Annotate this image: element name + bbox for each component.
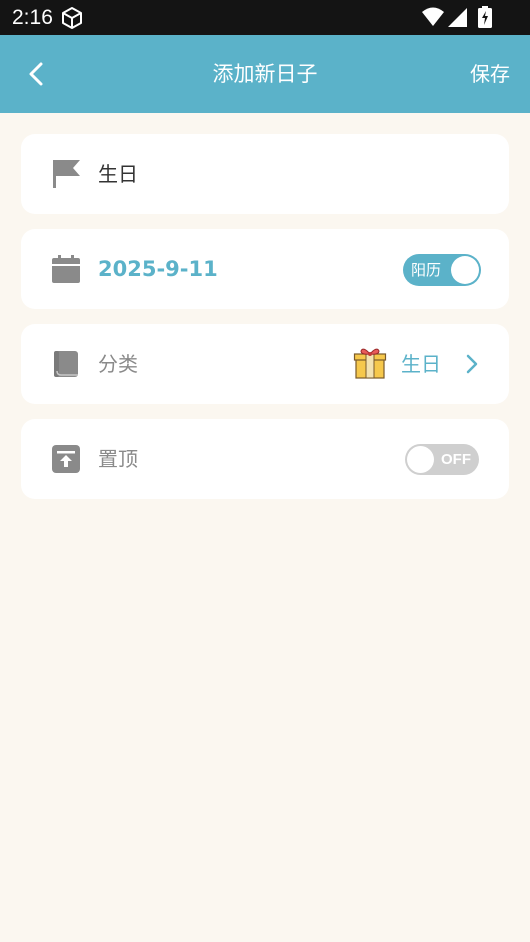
name-field[interactable]: 生日 (98, 134, 138, 214)
pin-label: 置顶 (98, 447, 138, 471)
pin-toggle-label: OFF (441, 451, 471, 468)
battery-charging-icon (478, 6, 492, 28)
calendar-type-toggle[interactable]: 阳历 (403, 254, 481, 286)
chevron-right-icon[interactable] (465, 353, 479, 375)
toggle-knob (407, 446, 434, 473)
pin-row: 置顶 OFF (21, 419, 509, 499)
status-time: 2:16 (12, 6, 53, 29)
date-value[interactable]: 2025-9-11 (98, 229, 218, 309)
book-icon (54, 351, 78, 377)
toggle-knob (451, 256, 479, 284)
pin-top-icon (52, 445, 80, 473)
name-row[interactable]: 生日 (21, 134, 509, 214)
flag-icon (53, 160, 80, 188)
box-notification-icon (62, 7, 82, 29)
wifi-icon (422, 7, 444, 26)
date-row[interactable]: 2025-9-11 阳历 (21, 229, 509, 309)
app-bar: 添加新日子 保存 (0, 35, 530, 113)
signal-icon (448, 8, 467, 27)
category-value[interactable]: 生日 (401, 324, 441, 404)
status-bar: 2:16 (0, 0, 530, 35)
calendar-type-label: 阳历 (411, 261, 442, 279)
category-row[interactable]: 分类 生日 (21, 324, 509, 404)
calendar-icon (52, 255, 80, 283)
gift-icon (353, 348, 387, 379)
back-button[interactable] (20, 57, 54, 91)
category-label: 分类 (98, 352, 138, 376)
pin-toggle[interactable]: OFF (405, 444, 479, 475)
page-title: 添加新日子 (212, 62, 318, 86)
save-button[interactable]: 保存 (470, 35, 510, 113)
